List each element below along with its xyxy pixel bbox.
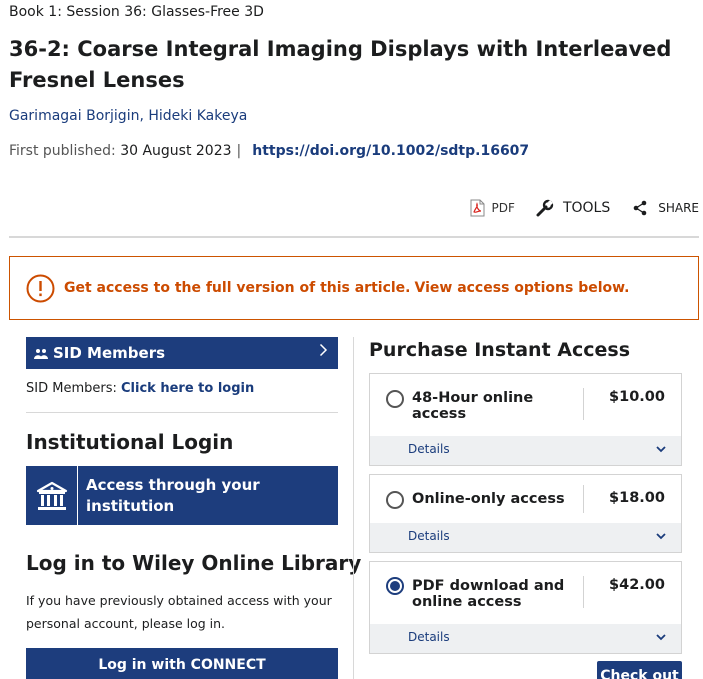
section-divider	[9, 236, 699, 238]
option-radio[interactable]	[386, 491, 404, 509]
option-radio-selected[interactable]	[386, 577, 404, 595]
sid-members-label: SID Members	[53, 344, 166, 362]
details-label: Details	[408, 529, 450, 543]
article-toolbar: PDF TOOLS SHARE	[470, 198, 699, 218]
option-price: $42.00	[609, 577, 665, 593]
first-published-date: 30 August 2023	[120, 143, 232, 159]
sid-login-link[interactable]: Click here to login	[121, 381, 254, 396]
author-link[interactable]: Hideki Kakeya	[148, 108, 247, 124]
breadcrumb[interactable]: Book 1: Session 36: Glasses-Free 3D	[9, 4, 264, 20]
option-details-toggle[interactable]: Details	[370, 436, 681, 465]
institution-access-button[interactable]: Access through your institution	[26, 466, 338, 525]
share-label: SHARE	[658, 201, 699, 215]
access-alert: Get access to the full version of this a…	[9, 256, 699, 320]
article-title: 36-2: Coarse Integral Imaging Displays w…	[9, 37, 672, 92]
chevron-down-icon	[656, 533, 666, 540]
option-separator	[583, 485, 584, 513]
purchase-option[interactable]: PDF download and online access $42.00 De…	[369, 561, 682, 654]
checkout-button[interactable]: Check out	[597, 661, 682, 679]
pdf-button[interactable]: PDF	[470, 199, 515, 217]
separator: |	[236, 143, 242, 159]
pdf-label: PDF	[491, 201, 515, 215]
column-divider	[353, 337, 354, 679]
option-details-toggle[interactable]: Details	[370, 624, 681, 653]
author-separator: ,	[139, 108, 144, 124]
doi-link[interactable]: https://doi.org/10.1002/sdtp.16607	[252, 143, 529, 159]
details-label: Details	[408, 630, 450, 644]
view-access-options-link[interactable]: View access options below.	[415, 280, 630, 296]
option-label: 48-Hour online access	[412, 390, 534, 422]
option-label: PDF download and online access	[412, 578, 565, 610]
first-published-label: First published:	[9, 143, 116, 159]
bank-icon	[36, 481, 67, 510]
details-label: Details	[408, 442, 450, 456]
sid-login-text: SID Members: Click here to login	[26, 381, 254, 396]
publication-info: First published: 30 August 2023 | https://…	[9, 143, 529, 159]
option-price: $10.00	[609, 389, 665, 405]
purchase-option[interactable]: 48-Hour online access $10.00 Details	[369, 373, 682, 466]
option-separator	[583, 388, 584, 420]
institution-access-label: Access through your institution	[86, 475, 260, 515]
tools-button[interactable]: TOOLS	[535, 198, 610, 218]
wrench-icon	[536, 199, 554, 217]
divider	[26, 412, 338, 413]
sid-members-prefix: SID Members:	[26, 381, 117, 396]
chevron-right-icon	[319, 343, 328, 357]
option-label: Online-only access	[412, 491, 565, 507]
alert-message: Get access to the full version of this a…	[64, 280, 411, 296]
option-separator	[583, 576, 584, 608]
option-radio[interactable]	[386, 390, 404, 408]
connect-login-button[interactable]: Log in with CONNECT	[26, 648, 338, 679]
option-details-toggle[interactable]: Details	[370, 523, 681, 552]
institutional-login-heading: Institutional Login	[26, 430, 234, 454]
wiley-login-text: If you have previously obtained access w…	[26, 593, 332, 631]
pdf-icon	[470, 199, 485, 217]
tools-label: TOOLS	[562, 200, 611, 216]
author-list: Garimagai Borjigin, Hideki Kakeya	[9, 108, 247, 124]
info-icon	[26, 274, 55, 302]
bank-icon-box	[26, 466, 78, 525]
chevron-down-icon	[656, 634, 666, 641]
sid-members-toggle[interactable]: SID Members	[26, 337, 338, 369]
share-button[interactable]: SHARE	[632, 200, 699, 216]
chevron-down-icon	[656, 446, 666, 453]
people-icon	[34, 349, 48, 359]
author-link[interactable]: Garimagai Borjigin	[9, 108, 139, 124]
share-icon	[633, 200, 647, 216]
purchase-heading: Purchase Instant Access	[369, 339, 631, 361]
wiley-login-heading: Log in to Wiley Online Library	[26, 551, 362, 575]
purchase-option[interactable]: Online-only access $18.00 Details	[369, 474, 682, 553]
option-price: $18.00	[609, 490, 665, 506]
